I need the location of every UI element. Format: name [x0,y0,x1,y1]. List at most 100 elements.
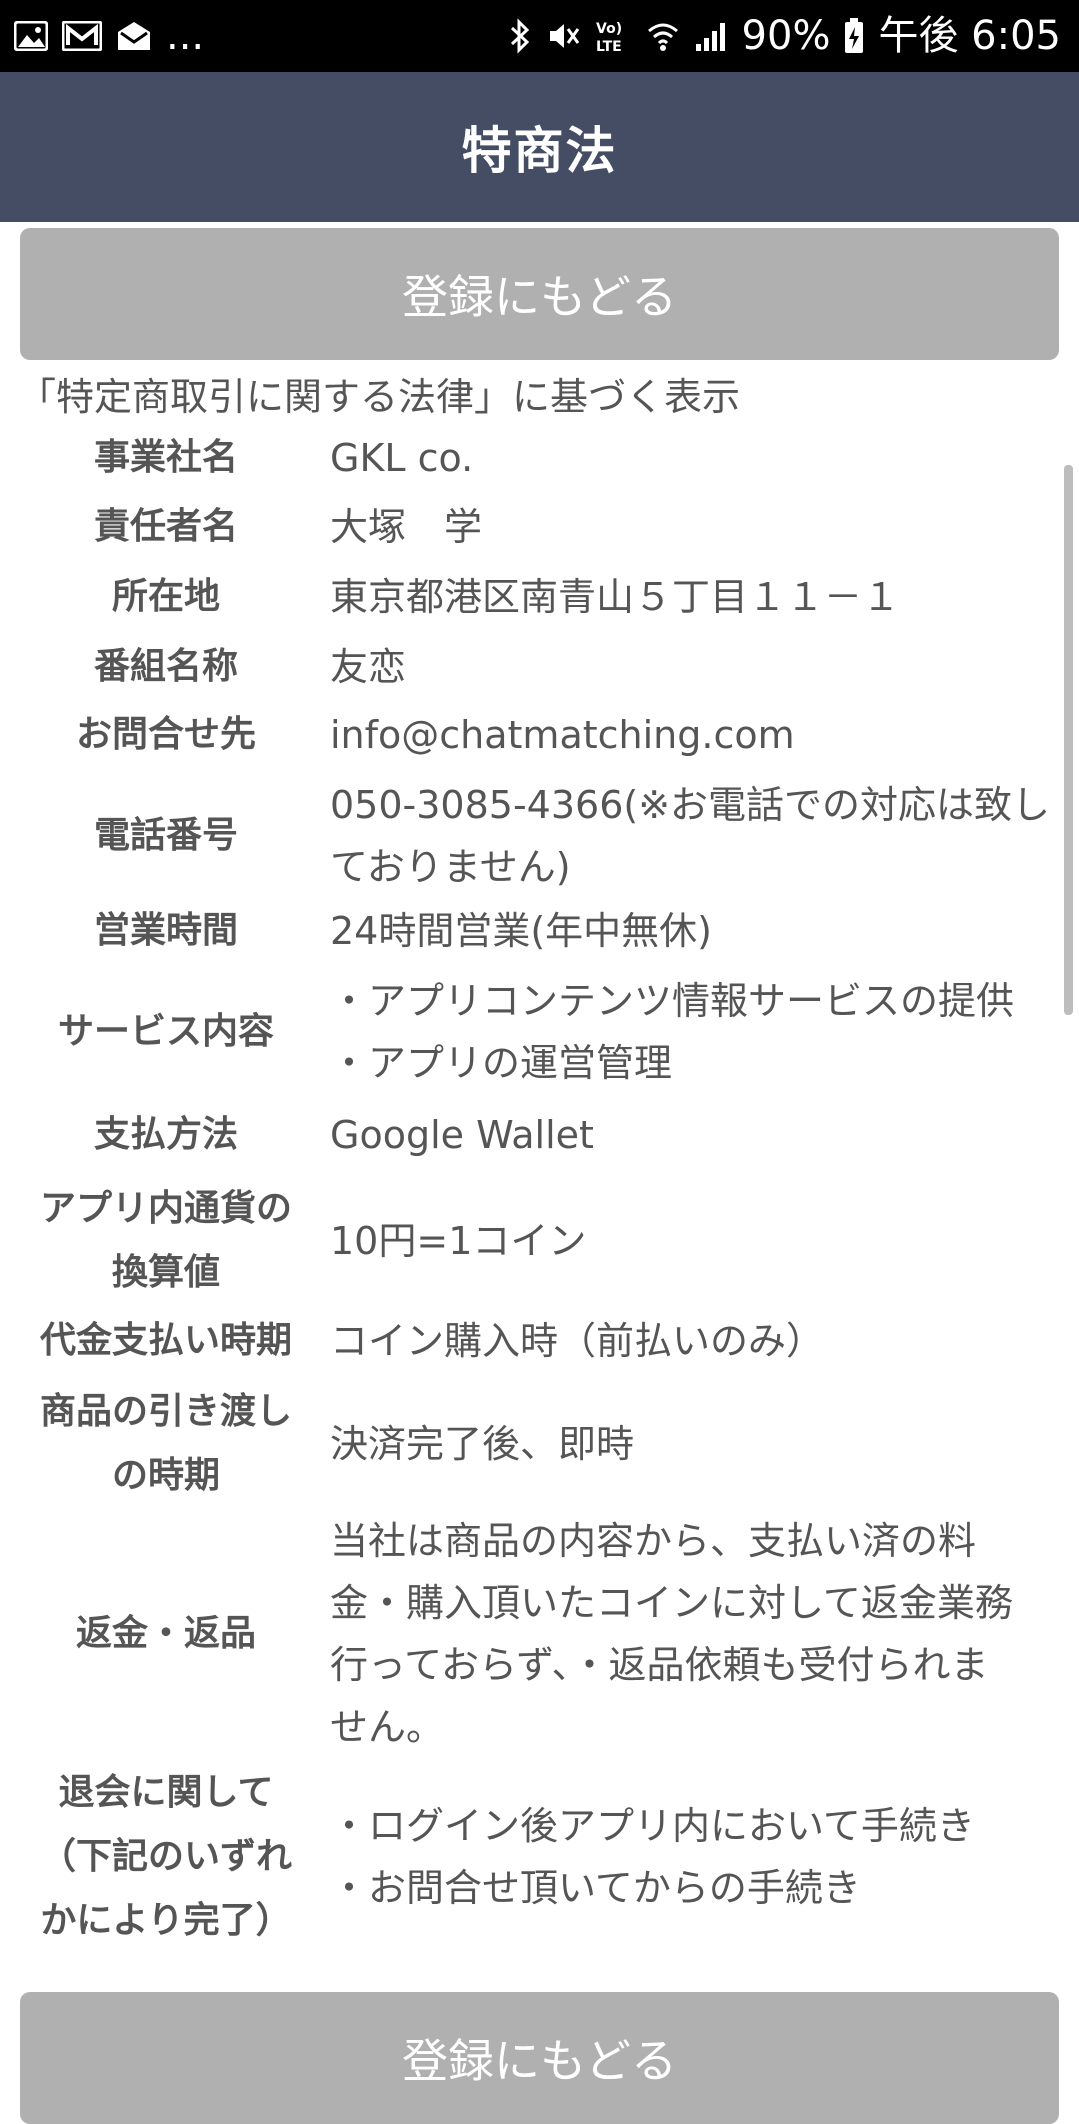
image-icon [14,21,48,51]
page-title: 特商法 [461,122,618,180]
more-notifications: ... [166,13,205,59]
info-label-line: （下記のいずれ [39,1836,292,1877]
battery-charging-icon [844,18,864,54]
info-label-line: 支払方法 [93,1114,238,1155]
info-value-line: ・ログイン後アプリ内において手続き [330,1804,975,1848]
info-label-line: の時期 [111,1455,220,1496]
info-label-line: 所在地 [111,576,220,617]
info-value: ・ログイン後アプリ内において手続き ・お問合せ頂いてからの手続き [330,1762,1055,1952]
info-label: サービス内容 [16,970,316,1094]
info-label-text: 番組名称 [94,636,238,698]
volte-icon: Vo) LTE [594,18,632,54]
bluetooth-icon [508,18,532,54]
info-label: 退会に関して （下記のいずれ かにより完了） [16,1762,316,1952]
info-row: 代金支払い時期 コイン購入時（前払いのみ） [0,1310,1079,1372]
info-label-line: 営業時間 [93,910,238,951]
info-row: 事業社名 GKL co. [0,427,1079,489]
info-row: 電話番号 050-3085-4366(※お電話での対応は致し ておりません) [0,774,1079,898]
info-value: ・アプリコンテンツ情報サービスの提供 ・アプリの運営管理 [330,970,1055,1094]
info-value: info@chatmatching.com [330,704,1055,766]
info-label: 支払方法 [16,1104,316,1166]
info-row: 営業時間 24時間営業(年中無休) [0,900,1079,962]
info-value-line: 当社は商品の内容から、支払い済の料 [330,1519,977,1563]
info-label-line: サービス内容 [57,1011,274,1052]
info-label-text: お問合せ先 [76,704,256,766]
info-label-line: アプリ内通貨の [39,1188,292,1229]
info-label-line: 事業社名 [93,437,238,478]
info-value: 10円=1コイン [330,1175,1055,1307]
info-label-line: 番組名称 [93,646,238,687]
scrollbar[interactable] [1064,80,1073,2120]
back-to-registration-button-top[interactable]: 登録にもどる [20,228,1059,360]
info-label-line: 電話番号 [93,815,238,856]
info-value: 050-3085-4366(※お電話での対応は致し ておりません) [330,774,1055,898]
svg-text:LTE: LTE [596,39,622,54]
info-row: 商品の引き渡し の時期 決済完了後、即時 [0,1378,1079,1510]
info-label-text: 支払方法 [94,1104,238,1166]
info-row: 責任者名 大塚 学 [0,496,1079,558]
info-value-line: 東京都港区南青山５丁目１１－１ [330,575,901,619]
info-label-text: 返金・返品 [76,1603,256,1665]
info-label: 事業社名 [16,427,316,489]
info-label-line: 責任者名 [93,506,238,547]
info-value-line: ておりません) [330,845,571,889]
info-row: 番組名称 友恋 [0,636,1079,698]
info-row: 返金・返品 当社は商品の内容から、支払い済の料 金・購入頂いたコインに対して返金業務… [0,1510,1079,1758]
info-value: コイン購入時（前払いのみ） [330,1310,1055,1372]
info-row: アプリ内通貨の 換算値 10円=1コイン [0,1175,1079,1307]
info-value: 友恋 [330,636,1055,698]
info-label: 電話番号 [16,774,316,898]
info-value-line: GKL co. [330,436,474,480]
info-value: 当社は商品の内容から、支払い済の料 金・購入頂いたコインに対して返金業務 行っておら… [330,1510,1055,1758]
info-value: 決済完了後、即時 [330,1378,1055,1510]
info-row: 支払方法 Google Wallet [0,1104,1079,1166]
svg-text:Vo): Vo) [596,21,622,37]
info-row: サービス内容 ・アプリコンテンツ情報サービスの提供 ・アプリの運営管理 [0,970,1079,1094]
info-label-line: 商品の引き渡し [39,1391,292,1432]
gmail-icon [62,21,102,51]
info-value-line: Google Wallet [330,1113,594,1157]
mute-icon [546,19,580,53]
intro-heading: 「特定商取引に関する法律」に基づく表示 [18,375,741,419]
info-label-text: 電話番号 [94,805,238,867]
info-label-text: 営業時間 [94,900,238,962]
info-value: 24時間営業(年中無休) [330,900,1055,962]
info-value-line: 050-3085-4366(※お電話での対応は致し [330,783,1051,827]
info-label-text: 責任者名 [94,496,238,558]
info-label: 所在地 [16,566,316,628]
info-value-line: 10円=1コイン [330,1219,587,1263]
info-label-text: 代金支払い時期 [40,1310,292,1372]
info-label: 責任者名 [16,496,316,558]
info-label-text: 事業社名 [94,427,238,489]
email-icon [116,20,152,52]
info-value-line: コイン購入時（前払いのみ） [330,1319,825,1363]
info-label-line: 換算値 [111,1252,220,1293]
info-label: 代金支払い時期 [16,1310,316,1372]
info-value: 東京都港区南青山５丁目１１－１ [330,566,1055,628]
status-bar-left: ... [14,16,204,56]
info-label-line: 返金・返品 [75,1613,256,1654]
info-label-line: かにより完了） [40,1900,292,1941]
info-label-text: アプリ内通貨の 換算値 [40,1177,292,1305]
info-value-line: 金・購入頂いたコインに対して返金業務 [330,1581,1013,1625]
info-label-line: お問合せ先 [75,714,256,755]
back-to-registration-button-bottom[interactable]: 登録にもどる [20,1992,1059,2124]
info-label: 返金・返品 [16,1510,316,1758]
info-value-line: 行っておらず、・返品依頼も受付られま [330,1643,989,1687]
status-bar-right: Vo) LTE 90% 午後 6:05 [508,16,1061,56]
info-label-text: 退会に関して （下記のいずれ かにより完了） [40,1761,292,1953]
clock: 午後 6:05 [878,13,1061,59]
info-value-line: 大塚 学 [330,505,483,549]
info-label: 商品の引き渡し の時期 [16,1378,316,1510]
info-label: 番組名称 [16,636,316,698]
info-label: お問合せ先 [16,704,316,766]
info-label-text: サービス内容 [58,1001,274,1063]
info-value: 大塚 学 [330,496,1055,558]
wifi-icon [646,19,680,53]
info-row: 所在地 東京都港区南青山５丁目１１－１ [0,566,1079,628]
info-value: GKL co. [330,427,1055,489]
info-value-line: ・アプリの運営管理 [330,1041,673,1085]
battery-percent: 90% [741,13,831,59]
scrollbar-thumb[interactable] [1064,465,1073,1015]
signal-icon [694,20,728,52]
